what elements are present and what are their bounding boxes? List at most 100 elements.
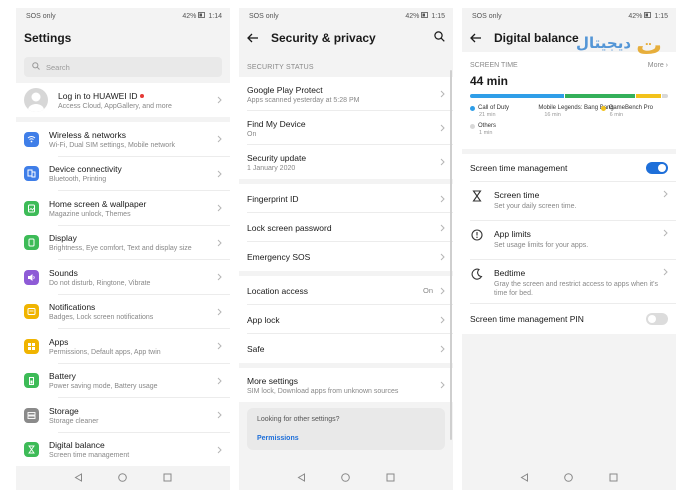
home-nav-icon[interactable] bbox=[118, 469, 128, 487]
back-nav-icon[interactable] bbox=[297, 469, 306, 487]
legend-name: Call of Duty bbox=[478, 105, 510, 111]
recents-nav-icon[interactable] bbox=[386, 469, 395, 487]
carrier-label: SOS only bbox=[472, 12, 502, 20]
hint-text: Looking for other settings? bbox=[257, 416, 340, 423]
chevron-right-icon bbox=[437, 224, 445, 232]
legend-dot bbox=[600, 105, 606, 111]
watermark-text: ديجيتال bbox=[576, 34, 631, 52]
row-title: Battery bbox=[49, 371, 76, 382]
back-arrow-icon[interactable] bbox=[470, 33, 486, 43]
row-title: Wireless & networks bbox=[49, 129, 126, 140]
battery-percent: 42% bbox=[405, 12, 420, 20]
settings-item-digital-balance[interactable]: Digital balance Screen time management bbox=[16, 433, 230, 468]
security-item-app-lock[interactable]: App lock bbox=[239, 305, 453, 334]
settings-item-apps[interactable]: Apps Permissions, Default apps, App twin bbox=[16, 329, 230, 364]
more-link[interactable]: More › bbox=[648, 62, 668, 69]
recents-nav-icon[interactable] bbox=[163, 469, 172, 487]
more-settings-row[interactable]: More settings SIM lock, Download apps fr… bbox=[239, 368, 453, 402]
screen-time-total: 44 min bbox=[470, 74, 509, 88]
chevron-right-icon bbox=[660, 190, 668, 198]
legend-dot bbox=[470, 105, 475, 111]
account-card[interactable]: Log in to HUAWEI ID Access Cloud, AppGal… bbox=[16, 83, 230, 117]
row-title: Device connectivity bbox=[49, 164, 122, 175]
clock: 1:15 bbox=[654, 12, 668, 20]
usage-segment-mobile-legends-bang-bang bbox=[564, 94, 635, 98]
settings-item-display[interactable]: Display Brightness, Eye comfort, Text an… bbox=[16, 226, 230, 260]
status-bar: SOS only 42% 1:14 bbox=[16, 8, 230, 24]
settings-item-wireless-networks[interactable]: Wireless & networks Wi-Fi, Dual SIM sett… bbox=[16, 122, 230, 157]
security-item-security-update[interactable]: Security update 1 January 2020 bbox=[239, 145, 453, 179]
row-title: Screen time management PIN bbox=[470, 314, 584, 324]
account-subtitle: Access Cloud, AppGallery, and more bbox=[58, 102, 172, 110]
security-item-google-play-protect[interactable]: Google Play Protect Apps scanned yesterda… bbox=[239, 77, 453, 111]
db-item-app-limits[interactable]: App limits Set usage limits for your app… bbox=[462, 221, 676, 260]
system-nav-bar bbox=[16, 466, 230, 490]
search-input[interactable]: Search bbox=[24, 57, 222, 77]
chevron-right-icon bbox=[660, 229, 668, 237]
status-bar: SOS only 42% 1:15 bbox=[239, 8, 453, 24]
security-item-find-my-device[interactable]: Find My Device On bbox=[239, 111, 453, 145]
chevron-right-icon bbox=[437, 124, 445, 132]
home-nav-icon[interactable] bbox=[564, 469, 574, 487]
row-title: Emergency SOS bbox=[247, 251, 311, 262]
settings-item-battery[interactable]: Battery Power saving mode, Battery usage bbox=[16, 364, 230, 398]
carrier-label: SOS only bbox=[249, 12, 279, 20]
screen-time-management-row: Screen time management bbox=[462, 154, 676, 182]
db-item-bedtime[interactable]: Bedtime Gray the screen and restrict acc… bbox=[462, 260, 676, 304]
row-title: App limits bbox=[494, 229, 531, 239]
screen-time-management-toggle[interactable] bbox=[646, 162, 668, 174]
row-subtitle: Wi-Fi, Dual SIM settings, Mobile network bbox=[49, 141, 176, 149]
scrollbar[interactable] bbox=[450, 70, 452, 440]
security-item-safe[interactable]: Safe bbox=[239, 334, 453, 363]
chevron-right-icon bbox=[214, 204, 222, 212]
back-nav-icon[interactable] bbox=[520, 469, 529, 487]
security-item-location-access[interactable]: Location access On bbox=[239, 276, 453, 305]
permissions-link[interactable]: Permissions bbox=[257, 435, 435, 442]
search-icon bbox=[32, 62, 40, 72]
settings-item-home-screen-wallpaper[interactable]: Home screen & wallpaper Magazine unlock,… bbox=[16, 191, 230, 226]
display-icon bbox=[24, 235, 39, 251]
chevron-right-icon bbox=[214, 411, 222, 419]
section-header: SECURITY STATUS bbox=[247, 64, 314, 71]
recents-nav-icon[interactable] bbox=[609, 469, 618, 487]
huawei-id-row[interactable]: Log in to HUAWEI ID Access Cloud, AppGal… bbox=[16, 83, 230, 117]
chevron-right-icon bbox=[437, 287, 445, 295]
security-item-fingerprint-id[interactable]: Fingerprint ID bbox=[239, 184, 453, 213]
row-title: App lock bbox=[247, 314, 280, 325]
row-subtitle: Permissions, Default apps, App twin bbox=[49, 348, 161, 356]
watermark-mark: ت bbox=[636, 31, 662, 60]
settings-item-storage[interactable]: Storage Storage cleaner bbox=[16, 398, 230, 433]
home-nav-icon[interactable] bbox=[341, 469, 351, 487]
usage-bar bbox=[470, 94, 668, 98]
screen-time-pin-toggle[interactable] bbox=[646, 313, 668, 325]
carrier-label: SOS only bbox=[26, 12, 56, 20]
chevron-right-icon bbox=[437, 158, 445, 166]
legend-item: Mobile Legends: Bang Bang 16 min bbox=[535, 105, 613, 118]
back-nav-icon[interactable] bbox=[74, 469, 83, 487]
db-item-screen-time[interactable]: Screen time Set your daily screen time. bbox=[462, 182, 676, 221]
security-item-lock-screen-password[interactable]: Lock screen password bbox=[239, 213, 453, 242]
security-item-emergency-sos[interactable]: Emergency SOS bbox=[239, 242, 453, 271]
system-nav-bar bbox=[462, 466, 676, 490]
row-title: Fingerprint ID bbox=[247, 193, 299, 204]
settings-item-notifications[interactable]: Notifications Badges, Lock screen notifi… bbox=[16, 295, 230, 329]
back-arrow-icon[interactable] bbox=[247, 33, 263, 43]
chevron-right-icon bbox=[214, 446, 222, 454]
battery-percent: 42% bbox=[182, 12, 197, 20]
row-title: Display bbox=[49, 233, 77, 244]
settings-item-sounds[interactable]: Sounds Do not disturb, Ringtone, Vibrate bbox=[16, 260, 230, 295]
wifi-icon bbox=[24, 131, 39, 147]
legend-name: GameBench Pro bbox=[608, 105, 654, 111]
settings-item-device-connectivity[interactable]: Device connectivity Bluetooth, Printing bbox=[16, 157, 230, 191]
row-title: Sounds bbox=[49, 267, 78, 278]
row-subtitle: Bluetooth, Printing bbox=[49, 176, 107, 184]
screen-time-card: SCREEN TIME More › 44 min Call of Duty 2… bbox=[462, 52, 676, 149]
search-icon[interactable] bbox=[434, 31, 445, 45]
moon-icon bbox=[470, 268, 484, 280]
legend-time: 6 min bbox=[609, 112, 624, 118]
row-title: Find My Device bbox=[247, 118, 306, 129]
row-title: Digital balance bbox=[49, 440, 105, 451]
row-subtitle: Badges, Lock screen notifications bbox=[49, 314, 154, 322]
clock: 1:14 bbox=[208, 12, 222, 20]
other-settings-hint: Looking for other settings? Permissions bbox=[247, 408, 445, 450]
